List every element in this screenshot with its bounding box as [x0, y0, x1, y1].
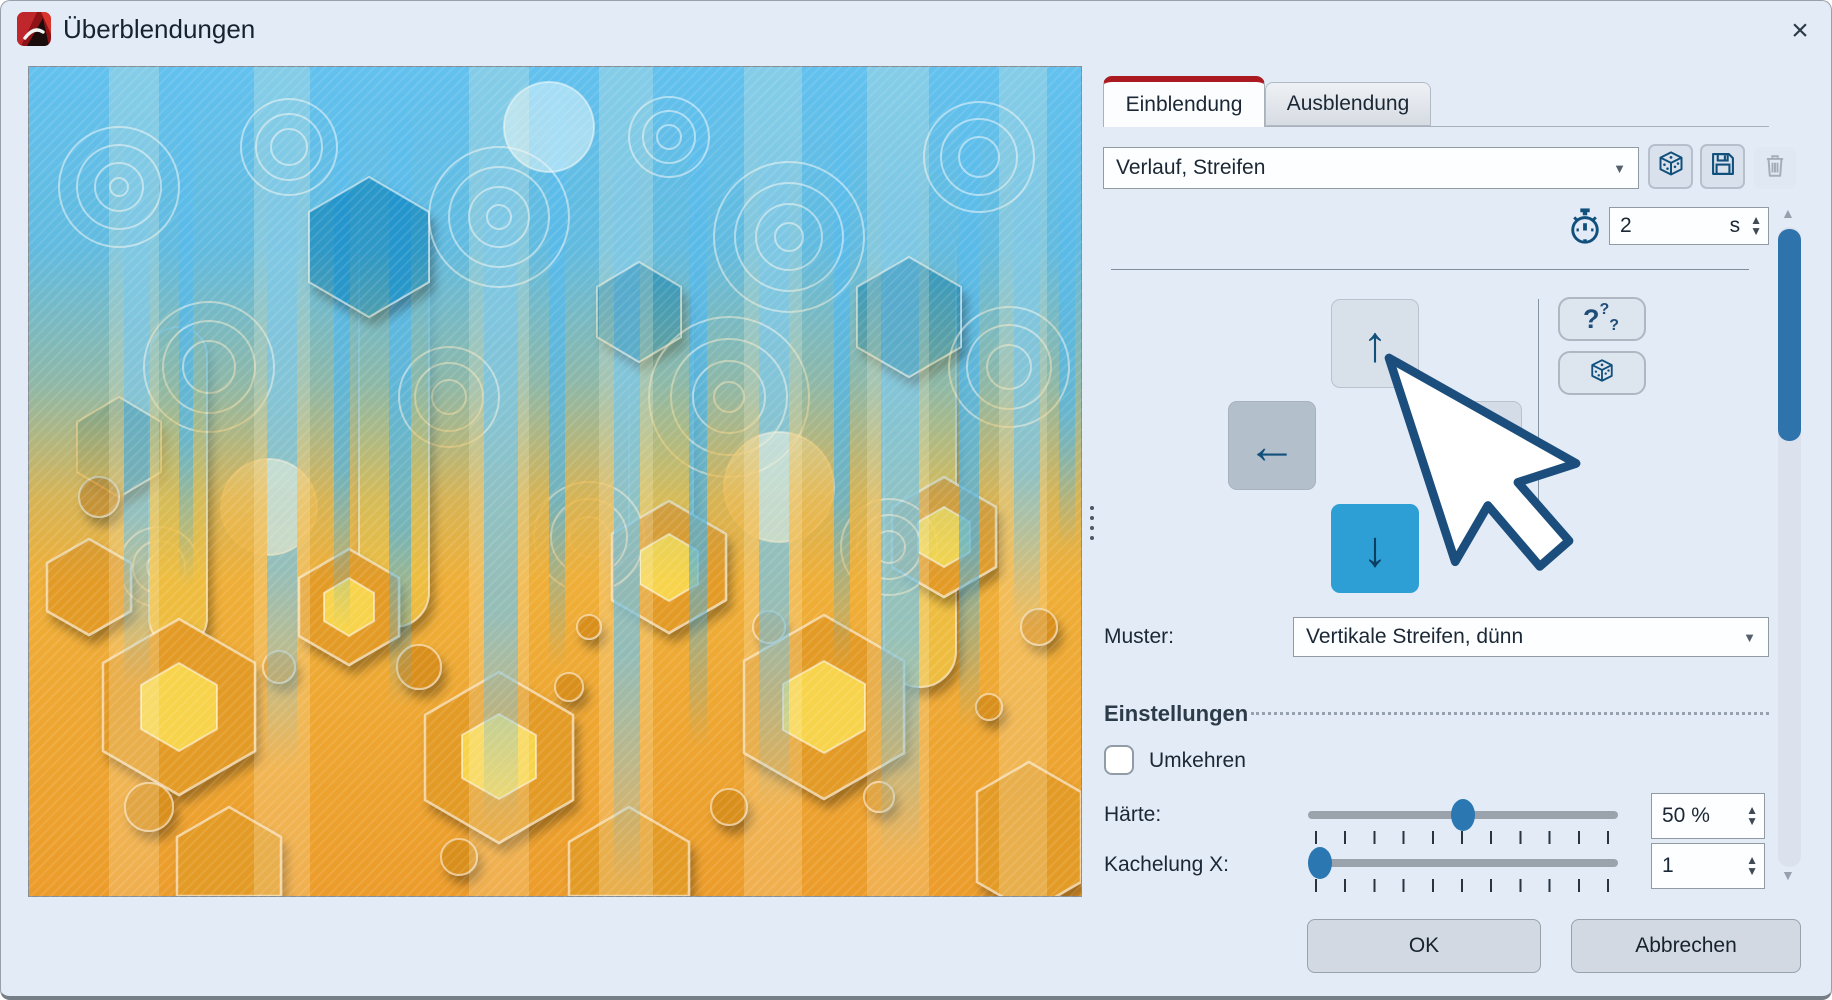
app-icon: [17, 12, 51, 46]
tiling-x-slider-ticks: [1315, 879, 1609, 892]
save-icon: [1709, 150, 1737, 183]
pattern-value: Vertikale Streifen, dünn: [1306, 625, 1523, 649]
question-icon: ?: [1599, 301, 1609, 319]
scrollbar-up-icon[interactable]: ▲: [1781, 205, 1795, 221]
ok-button-label: OK: [1409, 934, 1439, 958]
dice-icon: [1589, 358, 1615, 389]
chevron-down-icon: ▼: [1743, 630, 1756, 645]
stopwatch-icon: [1567, 208, 1603, 246]
preview-hatch-overlay: [28, 66, 1082, 897]
tiling-x-label: Kachelung X:: [1104, 853, 1229, 877]
tiling-x-slider-thumb[interactable]: [1308, 847, 1332, 879]
direction-up-button[interactable]: ↑: [1331, 299, 1419, 388]
vertical-divider: [1538, 299, 1539, 561]
preset-dropdown[interactable]: Verlauf, Streifen ▼: [1103, 147, 1639, 189]
tab-fade-in[interactable]: Einblendung: [1103, 76, 1265, 127]
hardness-slider-ticks: [1315, 831, 1609, 844]
pattern-dropdown[interactable]: Vertikale Streifen, dünn ▼: [1293, 617, 1769, 657]
transitions-dialog: Überblendungen ×: [0, 0, 1832, 1000]
save-preset-button[interactable]: [1700, 144, 1745, 189]
random-direction-button[interactable]: ???: [1558, 297, 1646, 341]
direction-down-button-selected[interactable]: ↓: [1331, 504, 1419, 593]
cancel-button-label: Abbrechen: [1635, 934, 1737, 958]
random-pattern-button[interactable]: [1558, 351, 1646, 395]
settings-header: Einstellungen: [1104, 701, 1248, 727]
trash-icon: [1762, 153, 1788, 184]
dice-icon: [1657, 150, 1685, 183]
ok-button[interactable]: OK: [1307, 919, 1541, 973]
close-button[interactable]: ×: [1779, 11, 1821, 51]
tab-fade-out-label: Ausblendung: [1287, 92, 1410, 116]
arrow-left-icon: ←: [1247, 417, 1297, 475]
hardness-value: 50 %: [1662, 804, 1710, 828]
hardness-input[interactable]: 50 % ▲ ▼: [1651, 793, 1765, 839]
duration-value: 2: [1620, 214, 1632, 238]
tab-fade-out[interactable]: Ausblendung: [1265, 82, 1431, 126]
spin-down-icon[interactable]: ▼: [1750, 226, 1762, 237]
preset-value: Verlauf, Streifen: [1116, 156, 1265, 180]
chevron-down-icon: ▼: [1613, 161, 1626, 176]
duration-unit: s: [1730, 214, 1741, 238]
settings-dotted-line: [1251, 712, 1769, 715]
arrow-down-icon: ↓: [1363, 520, 1388, 578]
cancel-button[interactable]: Abbrechen: [1571, 919, 1801, 973]
hardness-label: Härte:: [1104, 803, 1161, 827]
tab-fade-in-label: Einblendung: [1126, 93, 1243, 117]
scrollbar-down-icon[interactable]: ▼: [1781, 867, 1795, 883]
duration-input[interactable]: 2 s ▲ ▼: [1609, 207, 1769, 245]
pattern-label: Muster:: [1104, 625, 1174, 649]
tiling-x-value: 1: [1662, 854, 1674, 878]
spin-down-icon[interactable]: ▼: [1746, 866, 1758, 877]
title-bar: Überblendungen ×: [1, 1, 1831, 59]
separator-line: [1111, 269, 1749, 270]
question-icon: ?: [1609, 317, 1619, 335]
arrow-up-icon: ↑: [1363, 315, 1388, 373]
window-title: Überblendungen: [63, 14, 255, 45]
spin-down-icon[interactable]: ▼: [1746, 816, 1758, 827]
splitter-handle[interactable]: [1087, 506, 1097, 552]
tiling-x-slider-track[interactable]: [1308, 859, 1618, 867]
delete-preset-button: [1754, 147, 1796, 189]
random-preset-button[interactable]: [1648, 144, 1693, 189]
scrollbar-thumb[interactable]: [1778, 229, 1801, 441]
arrow-right-icon: →: [1453, 417, 1503, 475]
direction-left-button[interactable]: ←: [1228, 401, 1316, 490]
tiling-x-input[interactable]: 1 ▲ ▼: [1651, 843, 1765, 889]
direction-right-button[interactable]: →: [1434, 401, 1522, 490]
invert-checkbox-label: Umkehren: [1149, 749, 1246, 773]
hardness-slider-thumb[interactable]: [1451, 799, 1475, 831]
question-icon: ?: [1583, 304, 1600, 335]
invert-checkbox[interactable]: [1104, 745, 1134, 775]
